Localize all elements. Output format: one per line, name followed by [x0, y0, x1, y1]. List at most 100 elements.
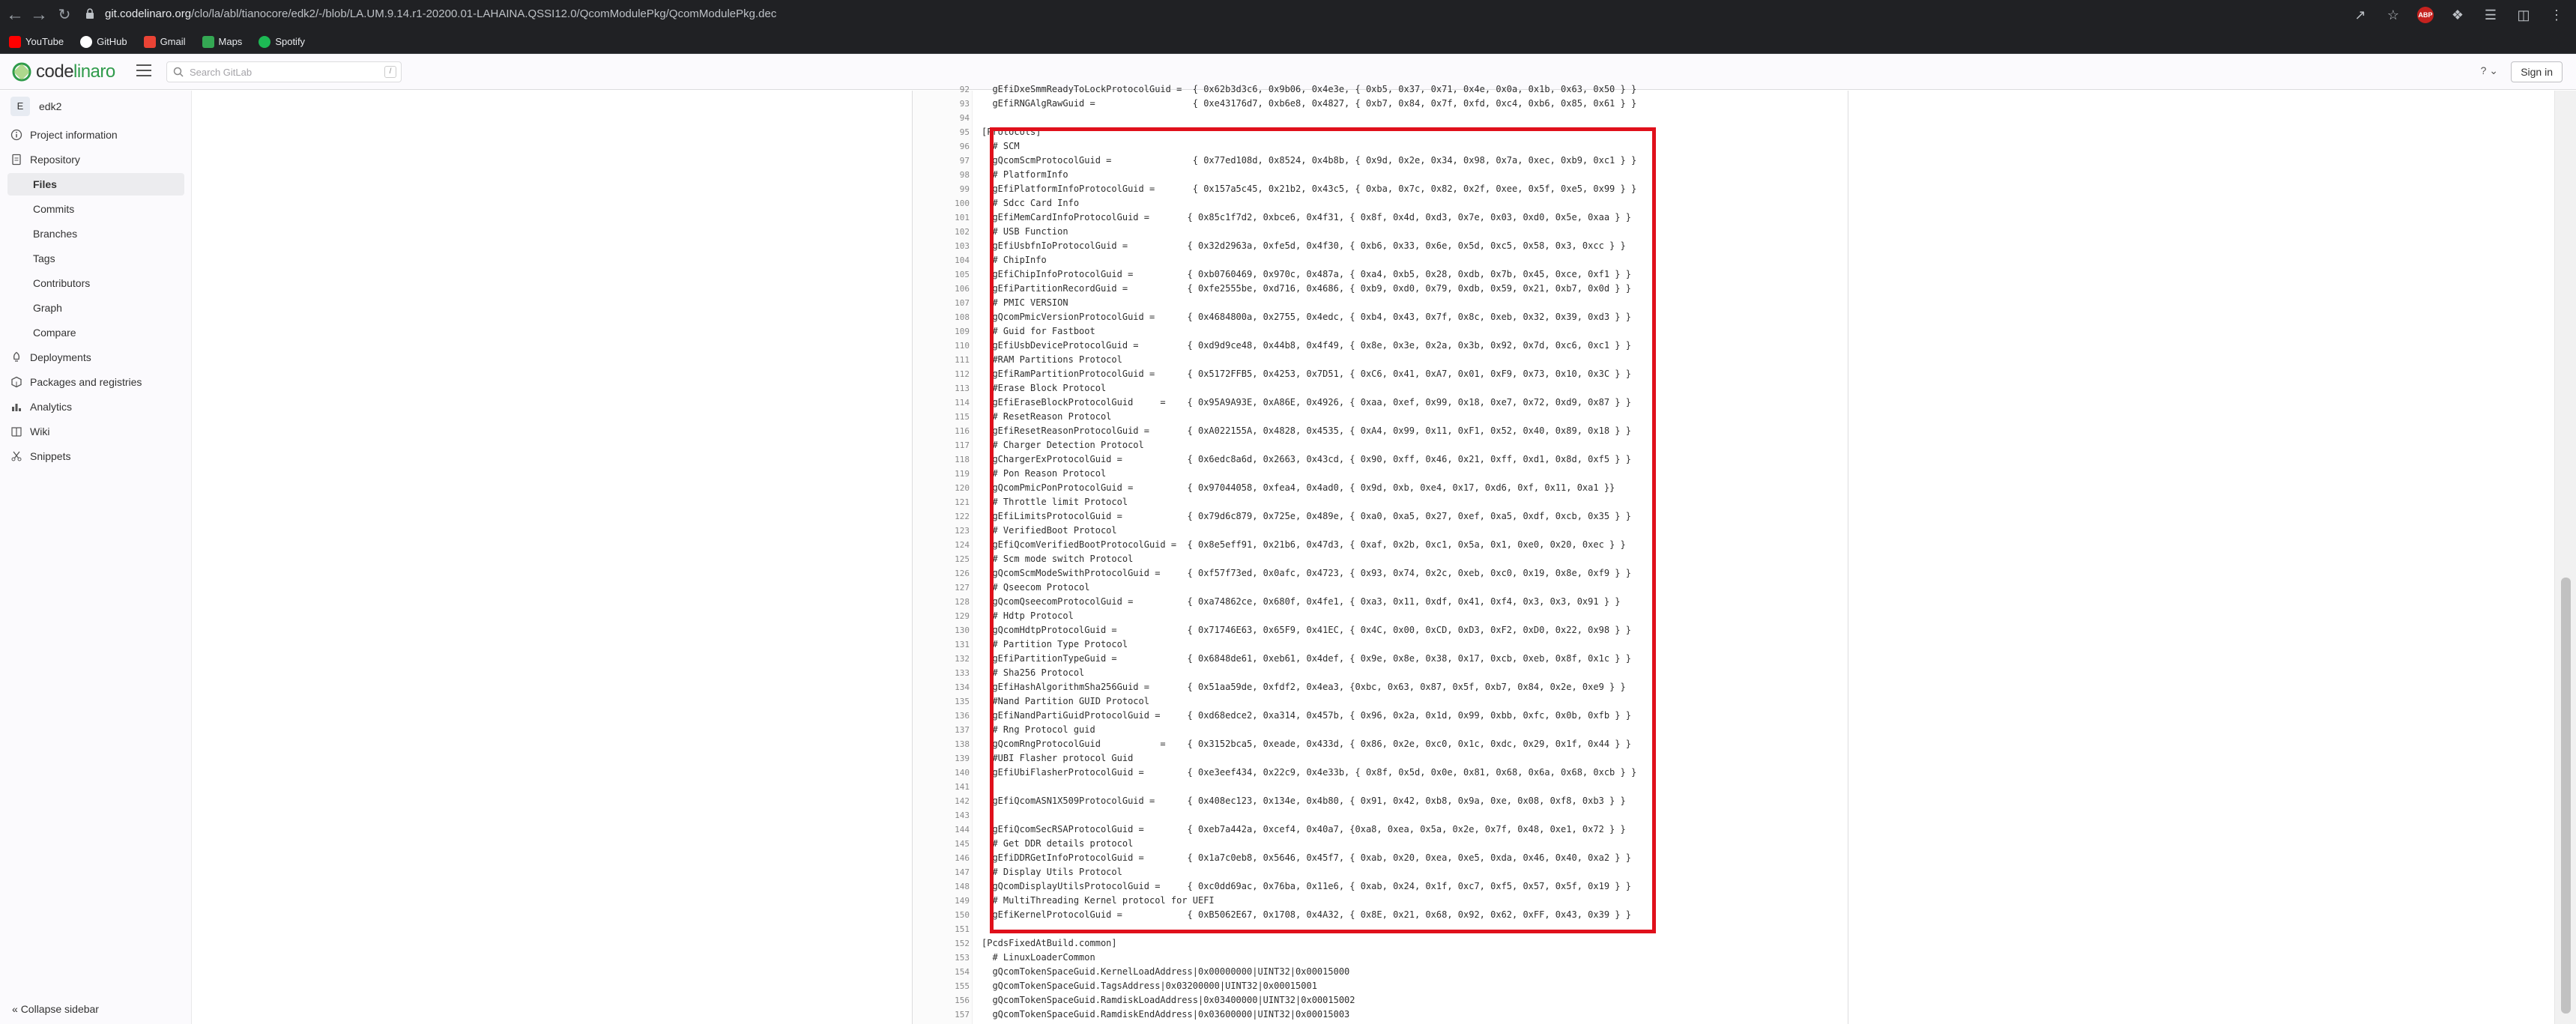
line-number[interactable]: 120 — [913, 481, 970, 495]
sidebar-item-deployments[interactable]: Deployments — [10, 346, 91, 369]
side-panel-icon[interactable]: ◫ — [2515, 6, 2533, 24]
line-number[interactable]: 136 — [913, 709, 970, 723]
line-number[interactable]: 105 — [913, 267, 970, 282]
sidebar-item-contributors[interactable]: Contributors — [7, 272, 184, 294]
sidebar-item-files[interactable]: Files — [7, 173, 184, 196]
line-number[interactable]: 131 — [913, 637, 970, 652]
line-number[interactable]: 134 — [913, 680, 970, 694]
line-number[interactable]: 95 — [913, 125, 970, 139]
line-number[interactable]: 109 — [913, 324, 970, 339]
line-number[interactable]: 94 — [913, 111, 970, 125]
line-number[interactable]: 155 — [913, 979, 970, 993]
line-number[interactable]: 144 — [913, 822, 970, 837]
sidebar-item-tags[interactable]: Tags — [7, 247, 184, 270]
bookmark-spotify[interactable]: Spotify — [258, 35, 305, 48]
sidebar-item-project-information[interactable]: Project information — [10, 124, 118, 146]
sidebar-project[interactable]: E edk2 — [10, 97, 61, 116]
line-number[interactable]: 103 — [913, 239, 970, 253]
bookmark-github[interactable]: GitHub — [80, 35, 127, 48]
line-number[interactable]: 119 — [913, 467, 970, 481]
line-number[interactable]: 156 — [913, 993, 970, 1008]
line-number[interactable]: 99 — [913, 182, 970, 196]
search-input[interactable]: Search GitLab / — [166, 61, 402, 82]
line-number[interactable]: 146 — [913, 851, 970, 865]
line-number[interactable]: 125 — [913, 552, 970, 566]
bookmark-gmail[interactable]: Gmail — [143, 35, 186, 48]
line-number[interactable]: 143 — [913, 808, 970, 822]
line-number[interactable]: 117 — [913, 438, 970, 452]
line-number[interactable]: 126 — [913, 566, 970, 581]
line-number[interactable]: 116 — [913, 424, 970, 438]
line-number[interactable]: 123 — [913, 524, 970, 538]
sidebar-item-branches[interactable]: Branches — [7, 222, 184, 245]
bookmark-maps[interactable]: Maps — [202, 35, 242, 48]
page-scrollbar[interactable] — [2554, 91, 2576, 1024]
line-number[interactable]: 115 — [913, 410, 970, 424]
line-number[interactable]: 150 — [913, 908, 970, 922]
line-number[interactable]: 118 — [913, 452, 970, 467]
sidebar-item-commits[interactable]: Commits — [7, 198, 184, 220]
address-bar[interactable]: git.codelinaro.org/clo/la/abl/tianocore/… — [105, 7, 776, 20]
line-number[interactable]: 97 — [913, 154, 970, 168]
sidebar-item-compare[interactable]: Compare — [7, 321, 184, 344]
line-number[interactable]: 98 — [913, 168, 970, 182]
line-number[interactable]: 139 — [913, 751, 970, 766]
line-number[interactable]: 142 — [913, 794, 970, 808]
line-number[interactable]: 154 — [913, 965, 970, 979]
codelinaro-logo[interactable]: codelinaro — [12, 61, 115, 82]
line-number[interactable]: 100 — [913, 196, 970, 210]
line-number[interactable]: 147 — [913, 865, 970, 879]
line-number[interactable]: 135 — [913, 694, 970, 709]
line-number[interactable]: 121 — [913, 495, 970, 509]
line-number[interactable]: 107 — [913, 296, 970, 310]
media-control-icon[interactable]: ☰ — [2482, 6, 2500, 24]
line-number[interactable]: 106 — [913, 282, 970, 296]
sidebar-item-packages[interactable]: Packages and registries — [10, 371, 142, 393]
line-number[interactable]: 152 — [913, 936, 970, 951]
line-number[interactable]: 140 — [913, 766, 970, 780]
extension-abp-icon[interactable]: ABP — [2417, 7, 2434, 23]
forward-icon[interactable]: → — [28, 4, 49, 25]
line-number[interactable]: 149 — [913, 894, 970, 908]
line-number[interactable]: 157 — [913, 1008, 970, 1022]
line-number[interactable]: 92 — [913, 82, 970, 97]
share-icon[interactable]: ↗ — [2351, 6, 2369, 24]
line-number[interactable]: 124 — [913, 538, 970, 552]
sidebar-item-wiki[interactable]: Wiki — [10, 420, 49, 443]
line-number[interactable]: 133 — [913, 666, 970, 680]
line-number[interactable]: 145 — [913, 837, 970, 851]
line-number[interactable]: 141 — [913, 780, 970, 794]
collapse-sidebar-button[interactable]: « Collapse sidebar — [12, 1003, 99, 1015]
line-number[interactable]: 110 — [913, 339, 970, 353]
back-icon[interactable]: ← — [4, 4, 25, 25]
main-menu-icon[interactable] — [136, 64, 151, 78]
line-number[interactable]: 137 — [913, 723, 970, 737]
line-number[interactable]: 153 — [913, 951, 970, 965]
line-number[interactable]: 114 — [913, 396, 970, 410]
bookmark-star-icon[interactable]: ☆ — [2384, 6, 2402, 24]
line-number[interactable]: 132 — [913, 652, 970, 666]
sidebar-item-graph[interactable]: Graph — [7, 297, 184, 319]
line-number[interactable]: 111 — [913, 353, 970, 367]
line-number[interactable]: 104 — [913, 253, 970, 267]
sidebar-item-snippets[interactable]: Snippets — [10, 445, 70, 467]
extensions-puzzle-icon[interactable]: ❖ — [2449, 6, 2467, 24]
line-number[interactable]: 96 — [913, 139, 970, 154]
line-number[interactable]: 127 — [913, 581, 970, 595]
line-number[interactable]: 101 — [913, 210, 970, 225]
line-number[interactable]: 138 — [913, 737, 970, 751]
bookmark-youtube[interactable]: YouTube — [9, 35, 64, 48]
line-number[interactable]: 122 — [913, 509, 970, 524]
help-dropdown[interactable]: ? ⌄ — [2481, 64, 2498, 77]
sidebar-item-analytics[interactable]: Analytics — [10, 396, 72, 418]
sign-in-button[interactable]: Sign in — [2511, 61, 2563, 82]
line-number[interactable]: 102 — [913, 225, 970, 239]
line-number[interactable]: 151 — [913, 922, 970, 936]
line-number[interactable]: 148 — [913, 879, 970, 894]
reload-icon[interactable]: ↻ — [54, 4, 75, 25]
line-number[interactable]: 128 — [913, 595, 970, 609]
line-number[interactable]: 108 — [913, 310, 970, 324]
code-block[interactable]: 92 gEfiDxeSmmReadyToLockProtocolGuid = {… — [913, 82, 1849, 1022]
line-number[interactable]: 130 — [913, 623, 970, 637]
line-number[interactable]: 93 — [913, 97, 970, 111]
